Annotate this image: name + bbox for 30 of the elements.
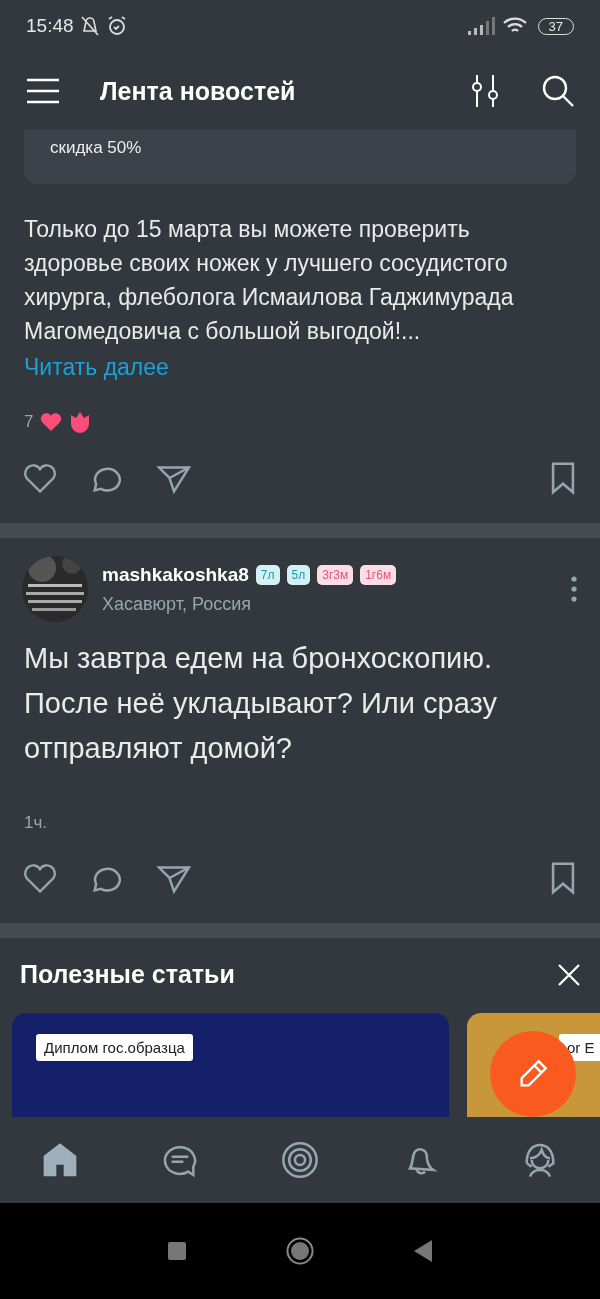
article-tag: Диплом гос.образца xyxy=(36,1034,193,1061)
menu-button[interactable] xyxy=(26,78,60,104)
status-time: 15:48 xyxy=(26,15,74,37)
close-button[interactable] xyxy=(558,963,580,986)
age-tag: 3г3м xyxy=(317,564,354,585)
author-location: Хасавюрт, Россия xyxy=(102,593,252,615)
post-text: Только до 15 марта вы можете проверить здоровье своих ножек у лучшего сосудистого хирурга, флеболога Исмаилова Гаджимурада Магомедовича с большой выгодой!... xyxy=(23,215,515,346)
screen-title: Лента новостей xyxy=(100,76,297,106)
tulip-icon xyxy=(69,411,92,433)
author-name[interactable]: mashkakoshka8 xyxy=(102,563,249,586)
home-circle-icon[interactable] xyxy=(286,1237,314,1265)
article-card[interactable]: Диплом гос.образца xyxy=(12,1013,449,1117)
reaction-count: 7 xyxy=(24,412,34,432)
like-button[interactable] xyxy=(22,461,58,495)
age-tag: 5л xyxy=(286,564,311,585)
heart-icon xyxy=(39,412,64,432)
muted-bell-icon xyxy=(79,15,100,37)
age-tag: 1г6м xyxy=(360,564,397,585)
age-tag: 7л xyxy=(255,564,280,585)
more-button[interactable] xyxy=(570,576,578,602)
promo-text: скидка 50% xyxy=(50,138,142,157)
signal-icon xyxy=(467,17,496,35)
section-title: Полезные статьи xyxy=(20,960,236,989)
read-more-link[interactable]: Читать далее xyxy=(0,348,600,381)
like-button[interactable] xyxy=(22,861,58,895)
post-time: 1ч. xyxy=(24,813,48,832)
post-text: Мы завтра едем на бронхоскопию. После неё укладывают? Или сразу отправляют домой? xyxy=(23,641,498,766)
back-icon[interactable] xyxy=(414,1240,432,1262)
search-button[interactable] xyxy=(542,75,574,107)
target-tab[interactable] xyxy=(280,1140,320,1180)
